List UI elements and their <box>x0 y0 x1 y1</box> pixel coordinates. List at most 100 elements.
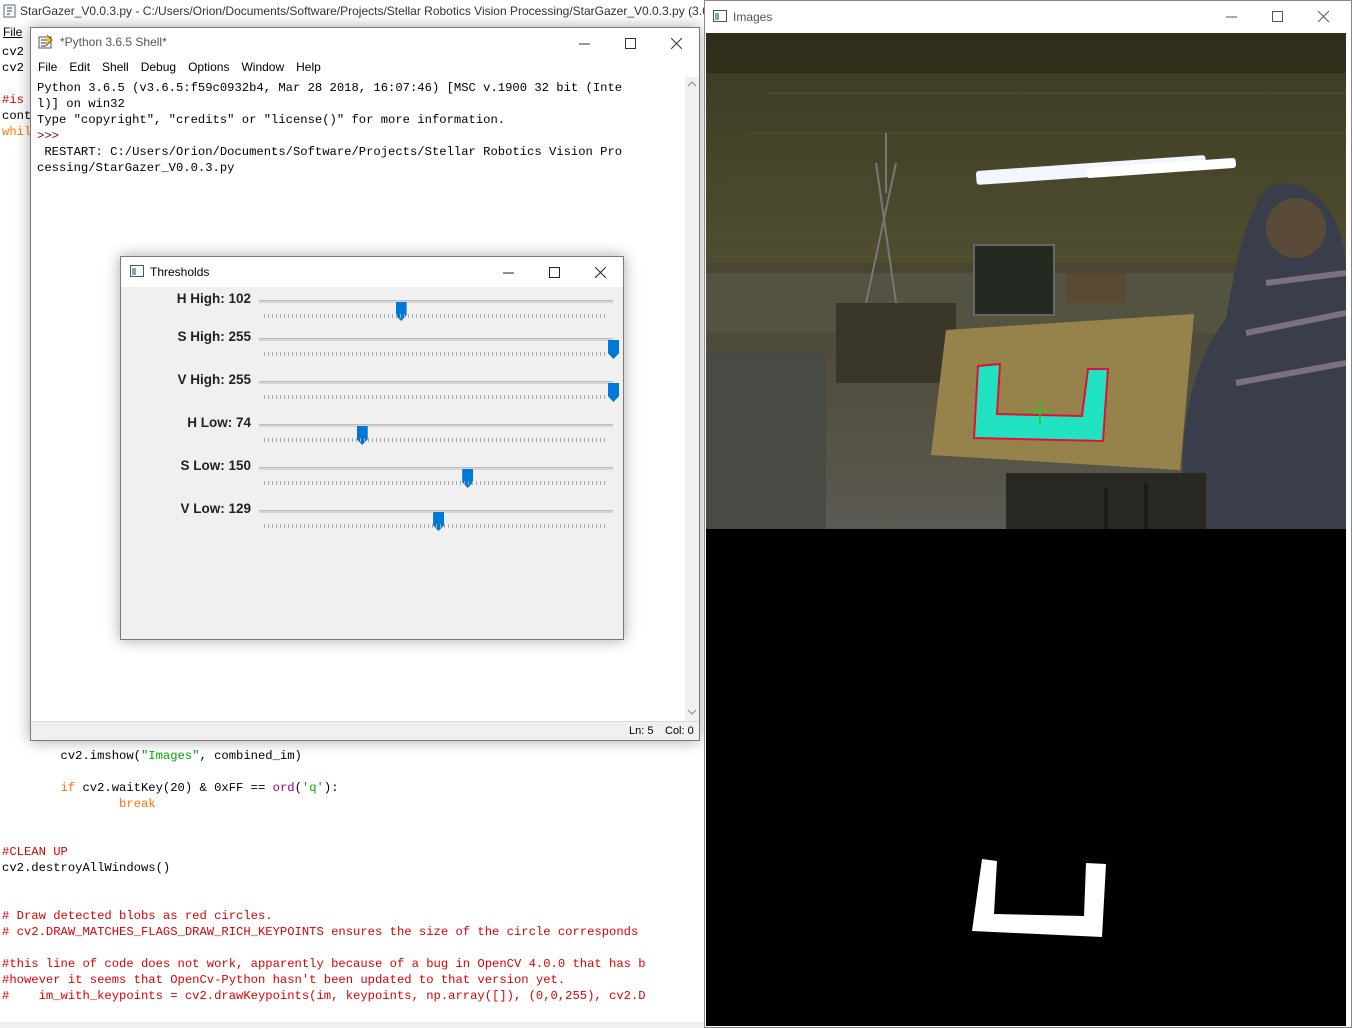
menu-options[interactable]: Options <box>182 57 235 77</box>
shell-line: Python 3.6.5 (v3.6.5:f59c0932b4, Mar 28 … <box>37 81 623 95</box>
images-title: Images <box>733 10 773 24</box>
shell-line: Type "copyright", "credits" or "license(… <box>37 113 506 127</box>
shell-line: cessing/StarGazer_V0.0.3.py <box>37 161 235 175</box>
trackbar-track[interactable] <box>259 338 619 359</box>
trackbar-thumb[interactable] <box>395 302 407 321</box>
editor-partial-line: whil <box>2 125 32 139</box>
editor-partial-line: #is <box>2 93 24 107</box>
shell-close-button[interactable] <box>653 28 699 58</box>
images-close-button[interactable] <box>1300 1 1346 31</box>
code-line-imshow: cv2.imshow("Images", combined_im) <box>2 749 302 763</box>
minimize-icon <box>1225 16 1237 17</box>
trackbar-thumb[interactable] <box>433 512 445 531</box>
menu-debug[interactable]: Debug <box>135 57 182 77</box>
trackbar-thumb[interactable] <box>608 340 619 359</box>
threshold-mask-image <box>706 529 1346 1026</box>
trackbar-thumb[interactable] <box>462 469 474 488</box>
trackbar-ticks <box>264 352 608 356</box>
thresholds-maximize-button[interactable] <box>531 257 577 287</box>
window-app-icon <box>713 10 727 22</box>
status-col: Col: 0 <box>665 725 694 737</box>
trackbar-v-high: V High: 255 <box>121 372 623 402</box>
trackbar-track[interactable] <box>259 300 613 321</box>
code-comment: # im_with_keypoints = cv2.drawKeypoints(… <box>2 989 646 1003</box>
trackbar-s-low: S Low: 150 <box>121 458 623 488</box>
editor-menu-file[interactable]: File <box>3 25 22 39</box>
code-comment: #however it seems that OpenCv-Python has… <box>2 973 566 987</box>
trackbar-track[interactable] <box>259 510 613 531</box>
window-app-icon <box>130 265 144 277</box>
trackbar-v-low: V Low: 129 <box>121 501 623 531</box>
shell-menubar: File Edit Shell Debug Options Window Help <box>31 57 699 77</box>
trackbar-ticks <box>264 314 608 318</box>
code-comment: # Draw detected blobs as red circles. <box>2 909 273 923</box>
minimize-icon <box>578 43 590 44</box>
trackbar-label: H High: 102 <box>176 291 251 306</box>
trackbar-label: S Low: 150 <box>180 458 251 473</box>
minimize-icon <box>502 272 514 273</box>
images-minimize-button[interactable] <box>1208 1 1254 31</box>
trackbar-h-low: H Low: 74 <box>121 415 623 445</box>
thresholds-titlebar: Thresholds <box>121 257 623 287</box>
trackbar-ticks <box>264 481 608 485</box>
trackbar-s-high: S High: 255 <box>121 329 623 359</box>
shell-line: RESTART: C:/Users/Orion/Documents/Softwa… <box>37 145 623 159</box>
menu-help[interactable]: Help <box>290 57 327 77</box>
code-line-cleanup: #CLEAN UP <box>2 845 68 859</box>
images-window: Images <box>704 0 1352 1028</box>
trackbar-h-high: H High: 102 <box>121 291 623 321</box>
trackbar-ticks <box>264 524 608 528</box>
trackbar-label: V Low: 129 <box>180 501 251 516</box>
shell-prompt: >>> <box>37 129 67 143</box>
thresholds-title: Thresholds <box>150 265 210 279</box>
shell-minimize-button[interactable] <box>561 28 607 58</box>
shell-title: *Python 3.6.5 Shell* <box>60 35 167 49</box>
code-line-break: break <box>2 797 156 811</box>
trackbar-label: S High: 255 <box>177 329 251 344</box>
editor-partial-line: cv2 <box>2 61 24 75</box>
trackbar-label: V High: 255 <box>177 372 251 387</box>
trackbar-track[interactable] <box>259 424 613 445</box>
editor-titlebar: StarGazer_V0.0.3.py - C:/Users/Orion/Doc… <box>0 0 723 24</box>
trackbar-track[interactable] <box>259 381 619 402</box>
code-comment: # cv2.DRAW_MATCHES_FLAGS_DRAW_RICH_KEYPO… <box>2 925 639 939</box>
close-icon <box>1317 10 1329 22</box>
python-shell-icon <box>38 34 53 49</box>
editor-partial-line: cv2 <box>2 45 24 59</box>
trackbar-ticks <box>264 395 608 399</box>
shell-statusbar: Ln: 5 Col: 0 <box>31 721 699 740</box>
close-icon <box>670 37 682 49</box>
python-file-icon <box>3 4 16 18</box>
code-comment: #this line of code does not work, appare… <box>2 957 646 971</box>
shell-titlebar: *Python 3.6.5 Shell* <box>31 28 699 57</box>
trackbar-label: H Low: 74 <box>187 415 251 430</box>
trackbar-thumb[interactable] <box>608 383 619 402</box>
trackbar-ticks <box>264 438 608 442</box>
editor-partial-line: cont <box>2 109 32 123</box>
thresholds-close-button[interactable] <box>577 257 623 287</box>
code-line-if: if cv2.waitKey(20) & 0xFF == ord('q'): <box>60 781 339 795</box>
images-titlebar: Images <box>705 1 1351 32</box>
shell-maximize-button[interactable] <box>607 28 653 58</box>
menu-edit[interactable]: Edit <box>63 57 96 77</box>
close-icon <box>594 266 606 278</box>
trackbar-track[interactable] <box>259 467 613 488</box>
menu-file[interactable]: File <box>32 57 63 77</box>
menu-window[interactable]: Window <box>235 57 290 77</box>
editor-title: StarGazer_V0.0.3.py - C:/Users/Orion/Doc… <box>20 4 723 18</box>
maximize-icon <box>548 266 560 278</box>
maximize-icon <box>624 37 636 49</box>
trackbar-thumb[interactable] <box>356 426 368 445</box>
thresholds-minimize-button[interactable] <box>485 257 531 287</box>
shell-line: l)] on win32 <box>37 97 125 111</box>
menu-shell[interactable]: Shell <box>96 57 135 77</box>
shell-scrollbar[interactable] <box>685 77 699 721</box>
editor-status-strip <box>0 1022 705 1028</box>
images-maximize-button[interactable] <box>1254 1 1300 31</box>
code-line-destroy: cv2.destroyAllWindows() <box>2 861 171 875</box>
maximize-icon <box>1271 10 1283 22</box>
scroll-down-icon <box>688 709 696 715</box>
scroll-up-icon <box>688 81 696 87</box>
thresholds-window: Thresholds H High: 102 S High: 255 V Hig… <box>120 256 624 640</box>
status-line: Ln: 5 <box>629 725 654 737</box>
